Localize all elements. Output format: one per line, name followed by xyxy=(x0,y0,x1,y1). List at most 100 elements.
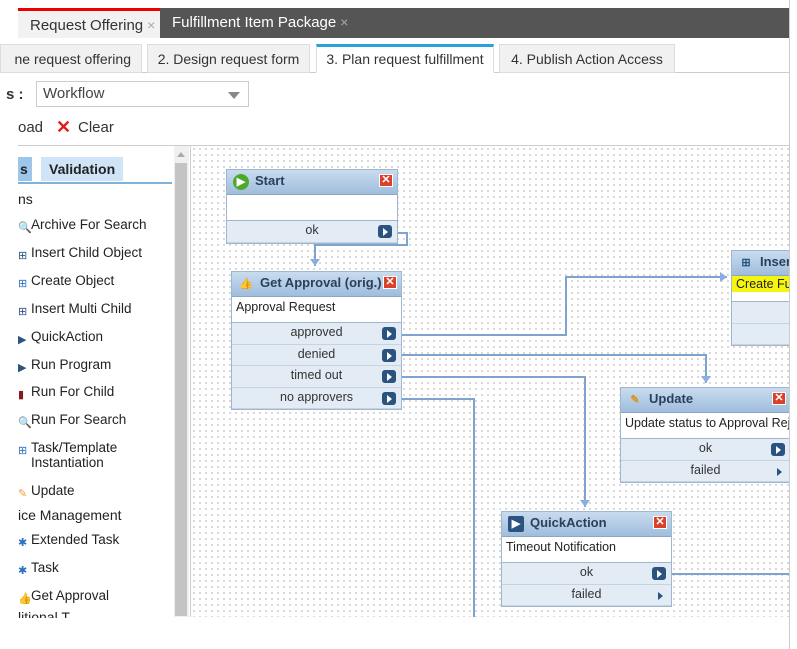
palette-tab-actions[interactable]: s xyxy=(18,157,32,181)
connector-line xyxy=(401,276,727,336)
close-icon[interactable]: × xyxy=(147,17,155,33)
node-quickaction[interactable]: ▶ QuickAction ✕ Timeout Notification ok faile… xyxy=(501,511,672,607)
node-port-row: ok xyxy=(502,563,671,585)
play-icon: ▶ xyxy=(18,362,27,374)
palette-item[interactable]: 🔍Archive For Search xyxy=(18,217,147,234)
node-header[interactable]: ⊞ Insert xyxy=(732,251,790,276)
play-icon: ▶ xyxy=(508,516,524,532)
search-run-icon: 🔍 xyxy=(18,417,32,429)
output-port-arrow-icon[interactable] xyxy=(771,465,785,478)
insert-child-icon: ⊞ xyxy=(18,306,28,318)
node-port-row: ok xyxy=(227,221,397,243)
node-insert[interactable]: ⊞ Insert Create Fulf xyxy=(731,250,790,346)
gear-icon: ✱ xyxy=(18,537,28,549)
palette-item-label: Run For Child xyxy=(31,384,115,399)
node-title: Get Approval (orig.) xyxy=(260,275,382,290)
arrowhead-icon xyxy=(580,500,590,507)
node-description-text: Create Fulf xyxy=(732,276,790,292)
thumbs-up-icon: 👍 xyxy=(239,278,253,290)
palette-item-label: litional T... xyxy=(18,609,80,619)
close-icon[interactable]: × xyxy=(340,14,348,30)
node-header[interactable]: ▶ QuickAction ✕ xyxy=(502,512,671,537)
palette-item[interactable]: ✎ Update xyxy=(18,483,75,500)
palette-item-label: Create Object xyxy=(31,273,115,288)
output-port-arrow-icon[interactable] xyxy=(382,348,396,362)
node-port-row: failed xyxy=(621,460,790,482)
node-description: Timeout Notification xyxy=(502,537,671,563)
tab-label: Fulfillment Item Package xyxy=(172,14,337,31)
node-title: Start xyxy=(255,173,285,188)
palette-item-label: Run For Search xyxy=(31,412,127,427)
output-port-arrow-icon[interactable] xyxy=(771,443,785,456)
palette-group-heading: ice Management xyxy=(18,508,122,523)
insert-child-icon: ⊞ xyxy=(741,257,751,269)
pencil-icon: ✎ xyxy=(18,488,28,500)
palette-item-label: Insert Multi Child xyxy=(31,301,132,316)
arrowhead-icon xyxy=(701,376,711,383)
node-header[interactable]: ✎ Update ✕ xyxy=(621,388,790,413)
node-port-row: denied xyxy=(232,344,401,366)
step-tab-3[interactable]: 3. Plan request fulfillment xyxy=(316,44,494,73)
node-port-row: approved xyxy=(232,323,401,345)
palette-item-label: Update xyxy=(31,483,75,498)
workflow-select[interactable]: Workflow xyxy=(36,81,249,107)
palette-item[interactable]: ⊞ Task/Template Instantiation xyxy=(18,440,117,470)
scrollbar-thumb[interactable] xyxy=(175,163,187,616)
node-update[interactable]: ✎ Update ✕ Update status to Approval Reject… xyxy=(620,387,790,483)
palette-item-label: ice Management xyxy=(18,507,122,523)
step-tab-1[interactable]: ne request offering xyxy=(0,44,142,73)
output-port-arrow-icon[interactable] xyxy=(652,589,666,602)
palette-tab-validation[interactable]: Validation xyxy=(41,157,124,181)
output-port-arrow-icon[interactable] xyxy=(378,225,392,238)
selector-label: s : xyxy=(6,86,24,103)
chevron-down-icon xyxy=(228,92,240,99)
arrowhead-icon xyxy=(310,259,320,266)
node-title: Insert xyxy=(760,254,790,269)
palette-item[interactable]: ⊞ Insert Child Object xyxy=(18,245,142,262)
delete-node-icon[interactable]: ✕ xyxy=(383,276,397,289)
tab-request-offering[interactable]: Request Offering × xyxy=(18,8,160,38)
palette-item[interactable]: ⊞ Insert Multi Child xyxy=(18,301,132,318)
node-title: Update xyxy=(649,391,694,406)
palette-item[interactable]: ▶ Run Program xyxy=(18,357,111,374)
insert-child-icon: ⊞ xyxy=(18,250,28,262)
clear-button[interactable]: Clear xyxy=(78,119,114,136)
node-get-approval[interactable]: 👍 Get Approval (orig.) ✕ Approval Request ap… xyxy=(231,271,402,410)
palette-item[interactable]: ✱ Task xyxy=(18,560,59,577)
node-port-row: failed xyxy=(502,584,671,606)
port-label: approved xyxy=(290,325,343,339)
tab-label: Request Offering xyxy=(30,17,144,34)
tab-fulfillment-item-package[interactable]: Fulfillment Item Package × xyxy=(160,8,348,38)
delete-node-icon[interactable]: ✕ xyxy=(379,174,393,187)
delete-node-icon[interactable]: ✕ xyxy=(653,516,667,529)
palette-item[interactable]: 🔍Run For Search xyxy=(18,412,126,429)
arrowhead-icon xyxy=(720,272,727,282)
output-port-arrow-icon[interactable] xyxy=(652,567,666,580)
node-start[interactable]: ▶ Start ✕ ok xyxy=(226,169,398,244)
clear-x-icon[interactable]: ✕ xyxy=(56,117,71,138)
output-port-arrow-icon[interactable] xyxy=(382,327,396,340)
output-port-arrow-icon[interactable] xyxy=(382,391,396,405)
workflow-canvas[interactable]: ▶ Start ✕ ok 👍 Get Approval (orig.) ✕ Approval … xyxy=(190,146,790,617)
create-object-icon: ⊞ xyxy=(18,278,28,290)
palette-item[interactable]: ⊞ Create Object xyxy=(18,273,114,290)
load-button[interactable]: oad xyxy=(18,119,43,136)
pencil-icon: ✎ xyxy=(630,394,640,406)
palette-item[interactable]: 👍Get Approval xyxy=(18,588,109,605)
node-description-text: Timeout Notification xyxy=(506,540,616,554)
step-tab-4[interactable]: 4. Publish Action Access xyxy=(499,44,675,73)
port-label: denied xyxy=(297,346,336,361)
tab-underline xyxy=(18,182,172,184)
node-header[interactable]: ▶ Start ✕ xyxy=(227,170,397,195)
palette-item-label: Archive For Search xyxy=(31,217,147,232)
palette-item-label: QuickAction xyxy=(31,329,104,344)
palette-item[interactable]: ▮ Run For Child xyxy=(18,384,114,401)
port-label: timed out xyxy=(290,368,343,382)
output-port-arrow-icon[interactable] xyxy=(382,370,396,383)
delete-node-icon[interactable]: ✕ xyxy=(772,392,786,405)
palette-item[interactable]: ✱ Extended Task xyxy=(18,532,119,549)
step-tab-2[interactable]: 2. Design request form xyxy=(147,44,310,73)
palette-item[interactable]: ▶ QuickAction xyxy=(18,329,103,346)
node-header[interactable]: 👍 Get Approval (orig.) ✕ xyxy=(232,272,401,297)
port-label: failed xyxy=(571,586,602,601)
